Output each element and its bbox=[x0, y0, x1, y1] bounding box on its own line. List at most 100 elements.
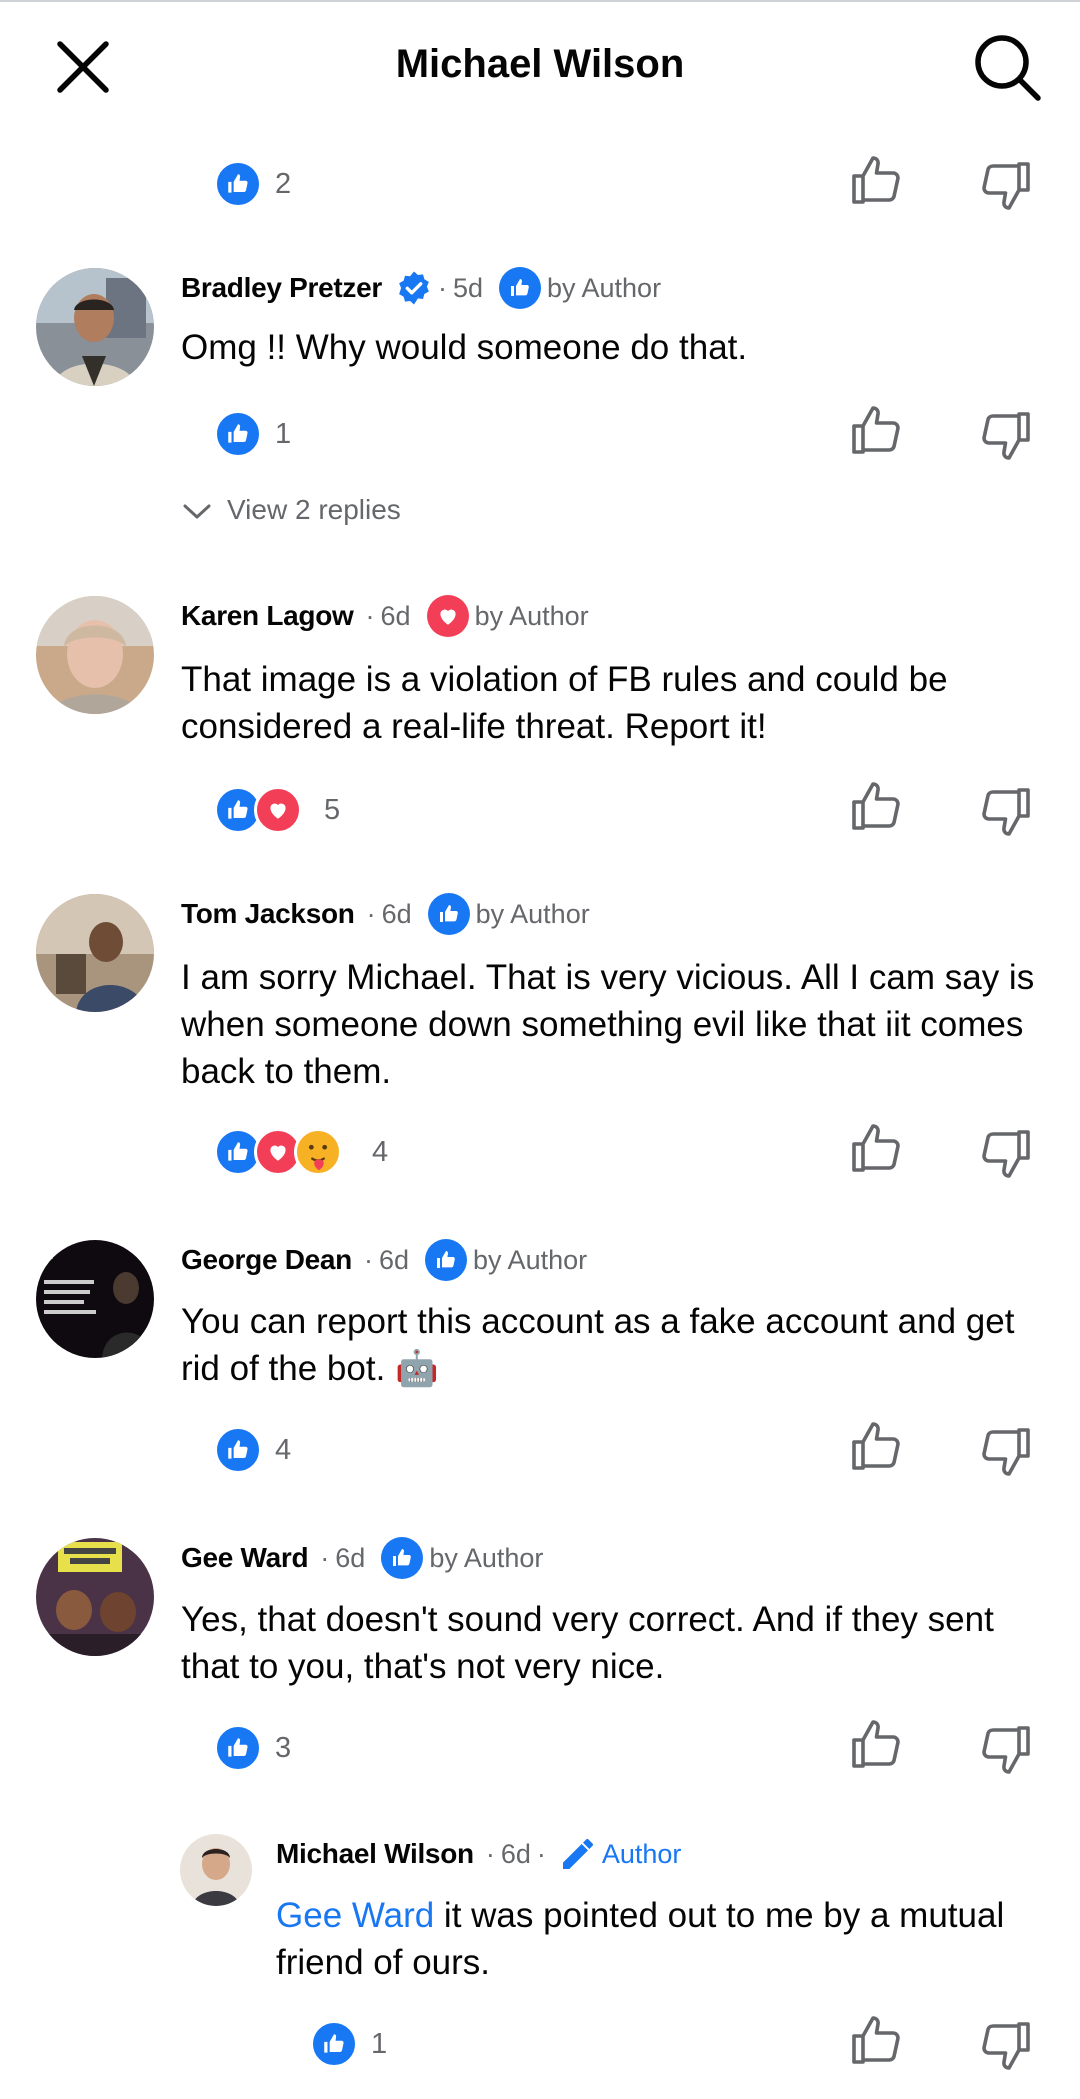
downvote-icon[interactable] bbox=[978, 408, 1034, 464]
reaction-count: 1 bbox=[371, 2028, 388, 2060]
upvote-icon[interactable] bbox=[848, 1716, 904, 1772]
author-like-icon bbox=[381, 1537, 424, 1579]
mention-link[interactable]: Gee Ward bbox=[276, 1896, 434, 1935]
downvote-icon[interactable] bbox=[978, 784, 1034, 840]
meta-separator: · bbox=[320, 1542, 330, 1573]
comment-text: Yes, that doesn't sound very correct. An… bbox=[181, 1600, 994, 1686]
comment-time[interactable]: 6d bbox=[381, 601, 411, 632]
comment-time[interactable]: 6d bbox=[501, 1839, 531, 1870]
reaction-icons[interactable] bbox=[214, 410, 262, 458]
reaction-row: 3 bbox=[0, 1716, 1080, 1776]
comment-meta: George Dean · 6d by Author bbox=[181, 1239, 588, 1281]
comment-time[interactable]: 5d bbox=[453, 273, 483, 304]
comment-text: I am sorry Michael. That is very vicious… bbox=[181, 958, 1035, 1091]
comment-time[interactable]: 6d bbox=[382, 899, 412, 930]
reaction-count: 1 bbox=[275, 418, 292, 450]
meta-separator: · bbox=[536, 1838, 546, 1869]
author-love-icon bbox=[426, 595, 469, 637]
comment-meta: Karen Lagow · 6d by Author bbox=[181, 595, 589, 637]
comment-time[interactable]: 6d bbox=[335, 1543, 365, 1574]
commenter-name[interactable]: Tom Jackson bbox=[181, 898, 355, 930]
chevron-down-icon bbox=[183, 504, 211, 519]
love-reaction-icon bbox=[254, 786, 302, 834]
like-reaction-icon bbox=[214, 1426, 262, 1474]
avatar[interactable] bbox=[36, 268, 154, 386]
reaction-icons[interactable] bbox=[214, 1724, 262, 1772]
comment-time[interactable]: 6d bbox=[379, 1245, 409, 1276]
svg-text:“: “ bbox=[44, 1251, 55, 1276]
avatar[interactable] bbox=[36, 894, 154, 1012]
reaction-row: 4 bbox=[0, 1418, 1080, 1478]
like-reaction-icon bbox=[214, 160, 262, 208]
downvote-icon[interactable] bbox=[978, 158, 1034, 214]
reaction-count: 5 bbox=[324, 794, 341, 826]
avatar[interactable] bbox=[36, 596, 154, 714]
view-replies-button[interactable]: View 2 replies bbox=[181, 490, 401, 530]
avatar[interactable]: “ bbox=[36, 1240, 154, 1358]
comment-text: Omg !! Why would someone do that. bbox=[181, 328, 748, 367]
commenter-name[interactable]: George Dean bbox=[181, 1244, 352, 1276]
upvote-icon[interactable] bbox=[848, 1120, 904, 1176]
reaction-count: 3 bbox=[275, 1732, 292, 1764]
reaction-row: 1 bbox=[0, 402, 1080, 462]
reaction-row: 5 bbox=[0, 778, 1080, 838]
by-author-label: by Author bbox=[429, 1542, 544, 1573]
reaction-icons[interactable] bbox=[214, 786, 302, 834]
comment-meta: Gee Ward · 6d by Author bbox=[181, 1537, 544, 1579]
comment-text: That image is a violation of FB rules an… bbox=[181, 660, 948, 746]
downvote-icon[interactable] bbox=[978, 1424, 1034, 1480]
verified-badge-icon bbox=[399, 271, 429, 305]
author-label: Author bbox=[601, 1838, 682, 1869]
meta-separator: · bbox=[485, 1838, 495, 1869]
commenter-name[interactable]: Karen Lagow bbox=[181, 600, 354, 632]
meta-separator: · bbox=[366, 898, 376, 929]
reaction-count: 2 bbox=[275, 168, 292, 200]
meta-separator: · bbox=[363, 1244, 373, 1275]
header: Michael Wilson bbox=[0, 0, 1080, 130]
downvote-icon[interactable] bbox=[978, 1722, 1034, 1778]
reaction-row: 1 bbox=[0, 2012, 1080, 2072]
reaction-icons[interactable] bbox=[214, 1426, 262, 1474]
commenter-name[interactable]: Bradley Pretzer bbox=[181, 272, 382, 304]
meta-separator: · bbox=[437, 272, 447, 303]
reaction-icons[interactable] bbox=[214, 160, 262, 208]
reaction-icons[interactable] bbox=[214, 1128, 342, 1176]
reaction-icons[interactable] bbox=[310, 2020, 358, 2068]
upvote-icon[interactable] bbox=[848, 778, 904, 834]
reaction-count: 4 bbox=[275, 1434, 292, 1466]
reaction-count: 4 bbox=[372, 1136, 389, 1168]
like-reaction-icon bbox=[310, 2020, 358, 2068]
comment-meta: Michael Wilson · 6d · Author bbox=[276, 1834, 681, 1874]
care-reaction-icon bbox=[294, 1128, 342, 1176]
upvote-icon[interactable] bbox=[848, 1418, 904, 1474]
comment-text: Gee Ward it was pointed out to me by a m… bbox=[276, 1892, 1036, 1986]
reaction-row: 2 bbox=[0, 152, 1080, 212]
avatar[interactable] bbox=[180, 1834, 252, 1906]
author-like-icon bbox=[425, 1239, 468, 1281]
view-replies-label: View 2 replies bbox=[227, 494, 401, 525]
like-reaction-icon bbox=[214, 410, 262, 458]
comment-meta: Tom Jackson · 6d by Author bbox=[181, 893, 590, 935]
downvote-icon[interactable] bbox=[978, 1126, 1034, 1182]
downvote-icon[interactable] bbox=[978, 2018, 1034, 2074]
upvote-icon[interactable] bbox=[848, 402, 904, 458]
pencil-icon bbox=[562, 1839, 593, 1869]
by-author-label: by Author bbox=[546, 272, 662, 303]
upvote-icon[interactable] bbox=[848, 2012, 904, 2068]
page-title: Michael Wilson bbox=[395, 42, 685, 86]
upvote-icon[interactable] bbox=[848, 152, 904, 208]
avatar[interactable] bbox=[36, 1538, 154, 1656]
like-reaction-icon bbox=[214, 1724, 262, 1772]
comment-text: You can report this account as a fake ac… bbox=[181, 1302, 1015, 1388]
comment-meta: Bradley Pretzer · 5d by Author bbox=[181, 267, 662, 309]
by-author-label: by Author bbox=[475, 898, 590, 929]
author-like-icon bbox=[498, 267, 541, 309]
commenter-name[interactable]: Gee Ward bbox=[181, 1542, 309, 1574]
meta-separator: · bbox=[365, 600, 375, 631]
reaction-row: 4 bbox=[0, 1120, 1080, 1180]
search-icon[interactable] bbox=[970, 30, 1044, 104]
by-author-label: by Author bbox=[474, 600, 589, 631]
commenter-name[interactable]: Michael Wilson bbox=[276, 1838, 474, 1870]
by-author-label: by Author bbox=[473, 1244, 588, 1275]
author-like-icon bbox=[427, 893, 470, 935]
